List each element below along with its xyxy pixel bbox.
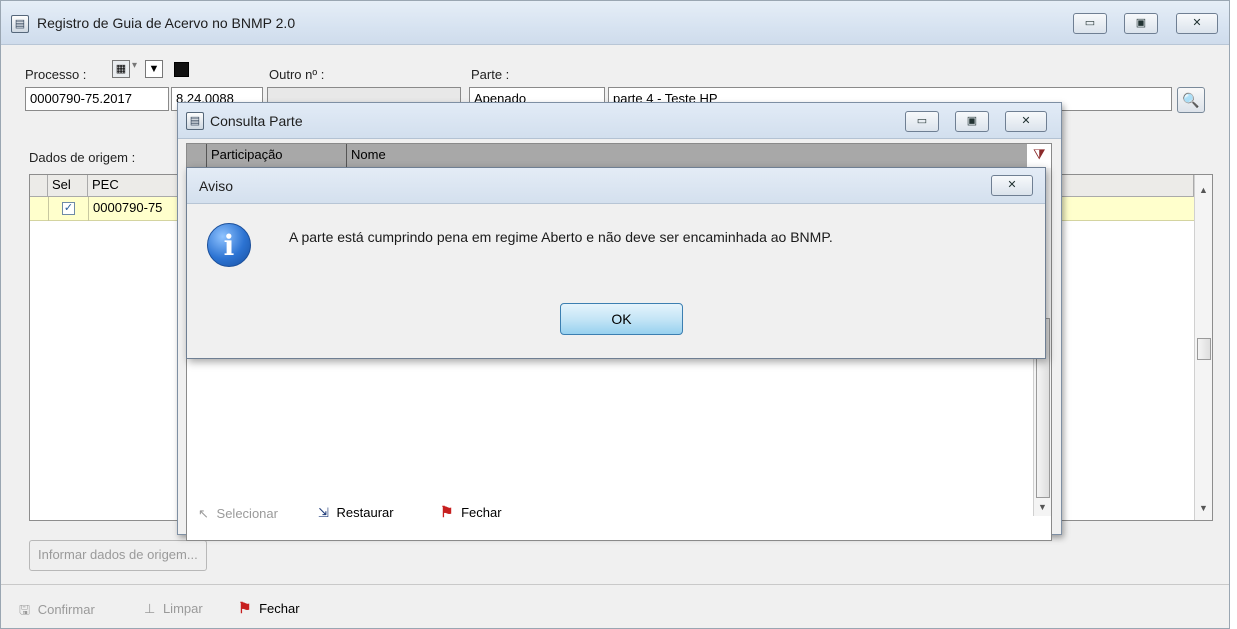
fechar-label: Fechar [259, 601, 300, 616]
confirmar-label: Confirmar [37, 602, 95, 617]
minimize-button[interactable]: ▭ [1073, 13, 1107, 34]
scroll-down-icon[interactable]: ▼ [1195, 503, 1212, 513]
column-header-nome[interactable]: Nome [347, 144, 1027, 168]
aviso-title-bar[interactable]: Aviso ✕ [187, 168, 1045, 204]
aviso-close-button[interactable]: ✕ [991, 175, 1033, 196]
informar-dados-button[interactable]: Informar dados de origem... [29, 540, 207, 571]
restaurar-label: Restaurar [336, 505, 394, 520]
consulta-fechar-button[interactable]: ⚑ Fechar [440, 503, 502, 521]
main-grid-scrollbar[interactable]: ▲ ▼ [1194, 175, 1212, 520]
column-header-sel[interactable]: Sel [48, 175, 88, 197]
info-icon: i [207, 223, 251, 267]
consulta-title: Consulta Parte [210, 113, 303, 129]
app-icon: ▤ [11, 15, 29, 33]
flag-icon: ⚑ [440, 504, 454, 521]
pec-cell: 0000790-75 [93, 200, 163, 215]
consulta-scroll-down-icon[interactable]: ▼ [1034, 502, 1051, 512]
chevron-down-icon[interactable]: ▼ [145, 60, 163, 78]
consulta-fechar-label: Fechar [461, 505, 502, 520]
consulta-maximize-button[interactable]: ▣ [955, 111, 989, 132]
search-process-icon[interactable]: ▦ [112, 60, 130, 78]
restore-icon: ⇲ [318, 505, 329, 520]
confirmar-button[interactable]: 🖫 Confirmar [19, 601, 95, 623]
selecionar-button[interactable]: ↖ Selecionar [198, 506, 278, 522]
restaurar-button[interactable]: ⇲ Restaurar [318, 505, 394, 521]
filter-icon[interactable]: ⧩ [1033, 146, 1046, 163]
consulta-close-button[interactable]: ✕ [1005, 111, 1047, 132]
processo-label: Processo : [25, 67, 87, 82]
scrollbar-thumb[interactable] [1197, 338, 1211, 360]
row-selector-header [30, 175, 48, 197]
aviso-dialog: Aviso ✕ i A parte está cumprindo pena em… [186, 167, 1046, 359]
selecionar-label: Selecionar [216, 506, 278, 521]
broom-icon: ⊥ [144, 601, 156, 616]
search-icon: 🔍 [1182, 92, 1200, 108]
limpar-label: Limpar [162, 601, 203, 616]
consulta-title-bar[interactable]: ▤ Consulta Parte ▭ ▣ ✕ [178, 103, 1061, 139]
fechar-button[interactable]: ⚑ Fechar [238, 599, 300, 617]
processo-field[interactable]: 0000790-75.2017 [25, 87, 169, 111]
close-button[interactable]: ✕ [1176, 13, 1218, 34]
scroll-up-icon[interactable]: ▲ [1195, 185, 1212, 195]
consulta-minimize-button[interactable]: ▭ [905, 111, 939, 132]
search-button[interactable]: 🔍 [1177, 87, 1205, 113]
outro-label: Outro nº : [269, 67, 325, 82]
aviso-title: Aviso [199, 178, 233, 194]
flag-icon: ⚑ [238, 600, 252, 617]
toolbar-divider [1, 584, 1229, 585]
main-window-title: Registro de Guia de Acervo no BNMP 2.0 [37, 15, 296, 31]
row-checkbox[interactable]: ✓ [62, 202, 75, 215]
black-square-icon[interactable] [174, 62, 189, 77]
cursor-icon: ↖ [198, 506, 209, 521]
column-header-participacao[interactable]: Participação [207, 144, 347, 168]
dropdown-small-icon[interactable]: ▾ [132, 60, 137, 71]
app-icon: ▤ [186, 112, 204, 130]
dados-origem-label: Dados de origem : [29, 150, 136, 165]
main-title-bar[interactable]: ▤ Registro de Guia de Acervo no BNMP 2.0… [1, 1, 1229, 45]
ok-button[interactable]: OK [560, 303, 683, 335]
parte-label: Parte : [471, 67, 510, 82]
aviso-message: A parte está cumprindo pena em regime Ab… [289, 229, 833, 245]
maximize-button[interactable]: ▣ [1124, 13, 1158, 34]
save-icon: 🖫 [19, 602, 31, 617]
consulta-grid-header: Participação Nome [187, 144, 1027, 168]
limpar-button[interactable]: ⊥ Limpar [144, 601, 203, 617]
